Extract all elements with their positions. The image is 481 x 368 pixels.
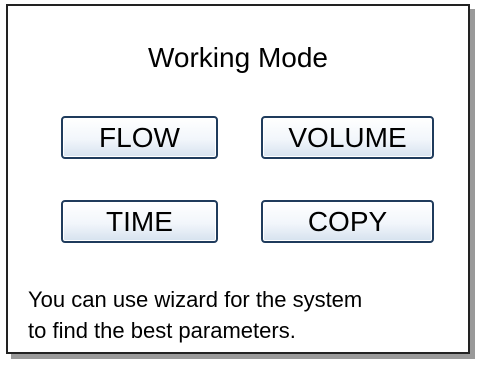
panel-title: Working Mode [147, 42, 328, 73]
volume-mode-button[interactable]: VOLUME [261, 116, 434, 159]
working-mode-panel: Working Mode FLOW VOLUME TIME COPY You c… [6, 4, 470, 354]
copy-mode-button[interactable]: COPY [261, 200, 434, 243]
info-line: to find the best parameters. [28, 318, 296, 343]
info-line: You can use wizard for the system [28, 287, 363, 312]
flow-mode-button[interactable]: FLOW [61, 116, 218, 159]
time-mode-button[interactable]: TIME [61, 200, 218, 243]
wizard-info-text: You can use wizard for the system to fin… [28, 284, 458, 346]
